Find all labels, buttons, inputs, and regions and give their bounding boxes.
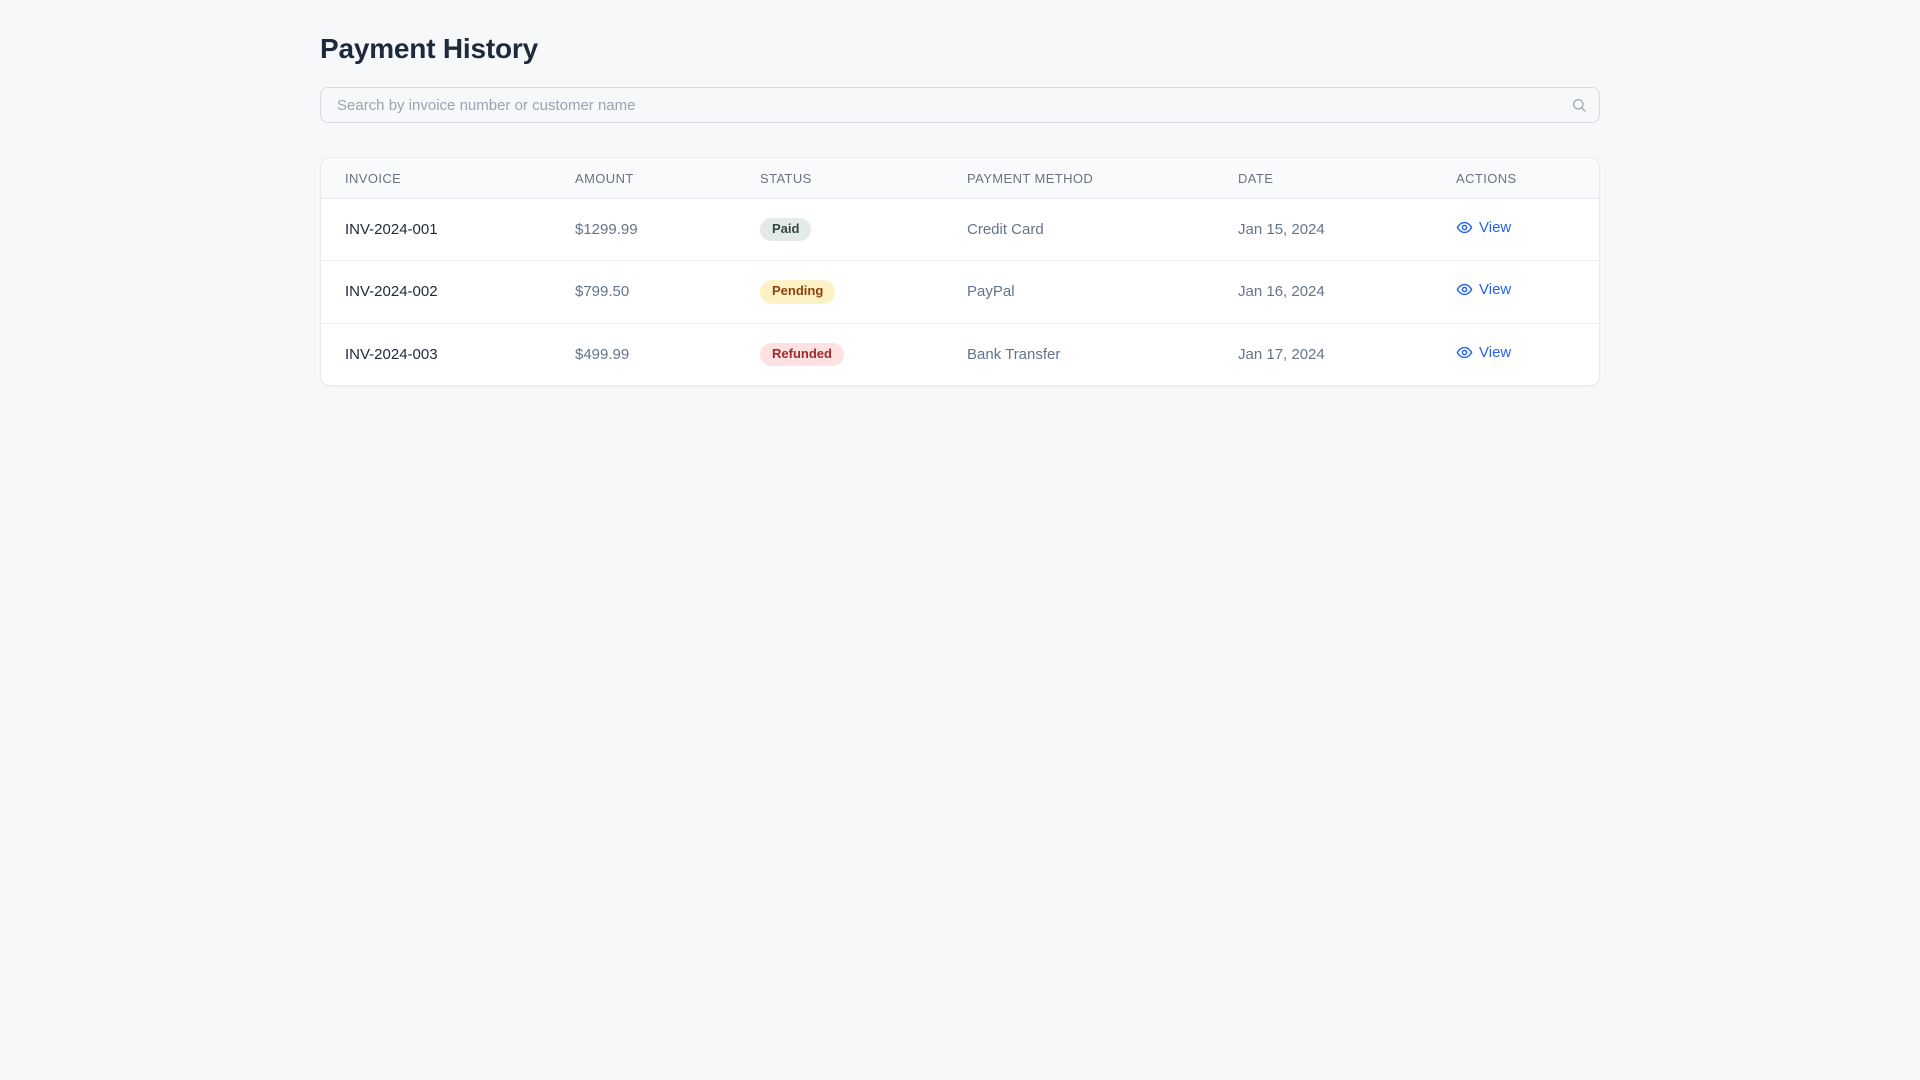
date: Jan 17, 2024: [1214, 322, 1432, 385]
column-header-status: Status: [736, 158, 943, 199]
table-row: INV-2024-002 $799.50 Pending PayPal Jan …: [321, 260, 1599, 324]
eye-icon: [1456, 281, 1473, 298]
column-header-payment-method: Payment Method: [943, 158, 1214, 199]
status-badge: Pending: [760, 280, 836, 304]
column-header-actions: Actions: [1432, 158, 1599, 199]
column-header-date: Date: [1214, 158, 1432, 199]
invoice-number: INV-2024-001: [345, 221, 438, 239]
status-badge: Refunded: [760, 342, 844, 366]
table-row: INV-2024-001 $1299.99 Paid Credit Card J…: [321, 199, 1599, 261]
view-button[interactable]: View: [1456, 219, 1511, 236]
page-title: Payment History: [320, 33, 538, 64]
view-button-label: View: [1479, 281, 1512, 299]
column-header-amount: Amount: [551, 158, 736, 199]
search-bar: [320, 87, 1600, 123]
status-badge: Paid: [760, 218, 812, 242]
invoice-number: INV-2024-003: [321, 322, 551, 385]
payment-method: Credit Card: [967, 221, 1044, 239]
table-header-row: Invoice Amount Status Payment Method Dat…: [321, 158, 1599, 199]
view-button[interactable]: View: [1456, 344, 1511, 361]
date: Jan 16, 2024: [1214, 260, 1432, 324]
payment-method: Bank Transfer: [943, 322, 1214, 385]
amount: $1299.99: [575, 221, 638, 239]
payment-history-table: Invoice Amount Status Payment Method Dat…: [321, 158, 1599, 385]
invoice-number: INV-2024-002: [321, 260, 551, 324]
payment-history-card: Invoice Amount Status Payment Method Dat…: [320, 157, 1600, 386]
payment-history-page: Payment History Invoice Amount Status Pa…: [320, 0, 1600, 386]
view-button-label: View: [1479, 343, 1512, 361]
payment-method: PayPal: [943, 260, 1214, 324]
table-row: INV-2024-003 $499.99 Refunded Bank Trans…: [321, 322, 1599, 385]
amount: $499.99: [551, 322, 736, 385]
search-input[interactable]: [320, 87, 1600, 123]
view-button[interactable]: View: [1456, 281, 1511, 298]
amount: $799.50: [551, 260, 736, 324]
date: Jan 15, 2024: [1238, 221, 1325, 239]
eye-icon: [1456, 219, 1473, 236]
view-button-label: View: [1479, 219, 1512, 237]
eye-icon: [1456, 344, 1473, 361]
column-header-invoice: Invoice: [321, 158, 551, 199]
